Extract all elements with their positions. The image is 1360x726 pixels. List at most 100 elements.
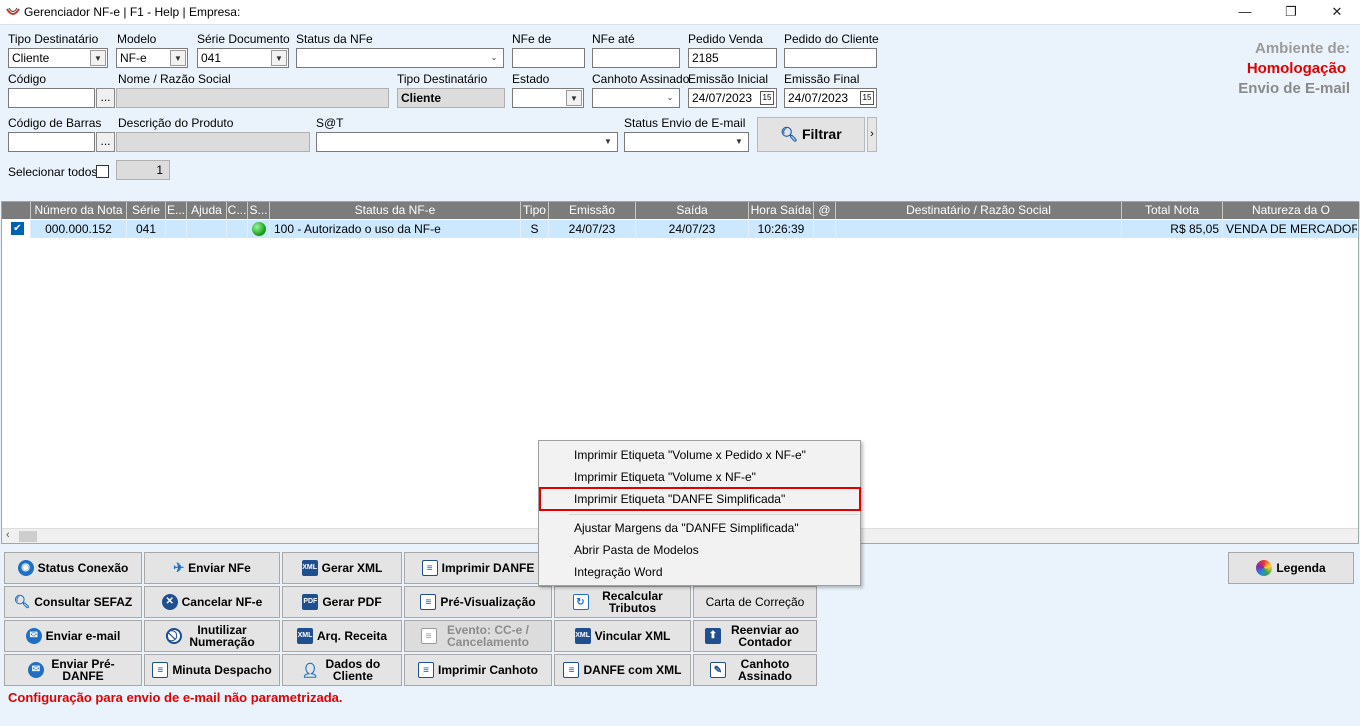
- enviar-email-label: Enviar e-mail: [45, 629, 121, 643]
- evento-cce-button[interactable]: ≡ Evento: CC-e / Cancelamento: [404, 620, 552, 652]
- expand-filters-button[interactable]: ›: [867, 117, 877, 152]
- cell-total: R$ 85,05: [1122, 220, 1223, 238]
- menu-item-etiqueta-volume-nfe[interactable]: Imprimir Etiqueta "Volume x NF-e": [574, 470, 756, 484]
- block-icon: ⃠: [166, 628, 182, 644]
- enviar-nfe-label: Enviar NFe: [188, 561, 251, 575]
- canhoto-assinado-button[interactable]: ✎ Canhoto Assinado: [693, 654, 817, 686]
- menu-item-abrir-pasta-modelos[interactable]: Abrir Pasta de Modelos: [574, 543, 699, 557]
- gerar-xml-button[interactable]: XML Gerar XML: [282, 552, 402, 584]
- consultar-sefaz-button[interactable]: 🔍︎ Consultar SEFAZ: [4, 586, 142, 618]
- enviar-nfe-button[interactable]: ✈ Enviar NFe: [144, 552, 280, 584]
- col-header-s[interactable]: S...: [248, 202, 270, 219]
- xml-icon: XML: [301, 560, 318, 576]
- menu-item-etiqueta-danfe-simplificada[interactable]: Imprimir Etiqueta "DANFE Simplificada": [574, 492, 785, 506]
- scroll-thumb[interactable]: [19, 531, 37, 542]
- minimize-button[interactable]: —: [1222, 0, 1268, 24]
- recalcular-tributos-button[interactable]: ↻ Recalcular Tributos: [554, 586, 691, 618]
- status-envio-email-select[interactable]: ▼: [624, 132, 749, 152]
- col-header-numero[interactable]: Número da Nota: [31, 202, 127, 219]
- calendar-icon[interactable]: 15: [760, 91, 774, 105]
- serie-documento-label: Série Documento: [197, 32, 290, 46]
- col-header-destinatario[interactable]: Destinatário / Razão Social: [836, 202, 1122, 219]
- cell-hora: 10:26:39: [749, 220, 814, 238]
- vincular-xml-button[interactable]: XML Vincular XML: [554, 620, 691, 652]
- document-icon: ≡: [421, 560, 438, 576]
- col-header-e[interactable]: E...: [166, 202, 187, 219]
- recalcular-tributos-label: Recalcular Tributos: [602, 589, 663, 615]
- chevron-down-icon: ▼: [170, 50, 186, 66]
- col-header-tipo[interactable]: Tipo: [521, 202, 549, 219]
- imprimir-canhoto-label: Imprimir Canhoto: [437, 663, 538, 677]
- tipo-destinatario-select[interactable]: Cliente ▼: [8, 48, 108, 68]
- codigo-barras-input[interactable]: [8, 132, 95, 152]
- menu-item-ajustar-margens[interactable]: Ajustar Margens da "DANFE Simplificada": [574, 521, 799, 535]
- cell-saida: 24/07/23: [636, 220, 749, 238]
- col-header-c[interactable]: C...: [227, 202, 248, 219]
- filtrar-button[interactable]: 🔍︎ Filtrar: [757, 117, 865, 152]
- legenda-button[interactable]: Legenda: [1228, 552, 1354, 584]
- emissao-inicial-input[interactable]: 24/07/2023 15: [688, 88, 777, 108]
- nfe-de-input[interactable]: [512, 48, 585, 68]
- cell-serie: 041: [127, 220, 166, 238]
- minuta-despacho-button[interactable]: ≡ Minuta Despacho: [144, 654, 280, 686]
- inutilizar-numeracao-button[interactable]: ⃠ Inutilizar Numeração: [144, 620, 280, 652]
- cell-emissao: 24/07/23: [549, 220, 636, 238]
- codigo-input[interactable]: [8, 88, 95, 108]
- edit-document-icon: ✎: [710, 662, 726, 678]
- enviar-pre-danfe-button[interactable]: ✉ Enviar Pré-DANFE: [4, 654, 142, 686]
- selecionar-todos-checkbox[interactable]: [96, 165, 109, 178]
- codigo-barras-search-button[interactable]: ...: [96, 132, 115, 152]
- maximize-button[interactable]: ❐: [1268, 0, 1314, 24]
- reenviar-contador-button[interactable]: ⬆ Reenviar ao Contador: [693, 620, 817, 652]
- imprimir-canhoto-button[interactable]: ≡ Imprimir Canhoto: [404, 654, 552, 686]
- descricao-produto-input: [116, 132, 310, 152]
- send-icon: ✈: [173, 560, 185, 575]
- danfe-com-xml-button[interactable]: ≡ DANFE com XML: [554, 654, 691, 686]
- xml-icon: XML: [574, 628, 591, 644]
- title-bar: Gerenciador NF-e | F1 - Help | Empresa: …: [0, 0, 1360, 24]
- check-icon[interactable]: ✔: [11, 222, 24, 235]
- codigo-search-button[interactable]: ...: [96, 88, 115, 108]
- gerar-pdf-button[interactable]: PDF Gerar PDF: [282, 586, 402, 618]
- enviar-email-button[interactable]: ✉ Enviar e-mail: [4, 620, 142, 652]
- col-header-hora-saida[interactable]: Hora Saída: [749, 202, 814, 219]
- sat-select[interactable]: ▼: [316, 132, 618, 152]
- status-conexao-button[interactable]: ◉ Status Conexão: [4, 552, 142, 584]
- estado-select[interactable]: ▼: [512, 88, 584, 108]
- canhoto-assinado-select[interactable]: ⌄: [592, 88, 680, 108]
- modelo-select[interactable]: NF-e ▼: [116, 48, 188, 68]
- pedido-cliente-input[interactable]: [784, 48, 877, 68]
- col-header-saida[interactable]: Saída: [636, 202, 749, 219]
- status-nfe-select[interactable]: ⌄: [296, 48, 504, 68]
- col-header-email[interactable]: @: [814, 202, 836, 219]
- arq-receita-button[interactable]: XML Arq. Receita: [282, 620, 402, 652]
- row-select-cell[interactable]: ✔: [2, 220, 31, 238]
- scroll-left-icon[interactable]: ‹: [6, 529, 10, 541]
- col-header-total[interactable]: Total Nota: [1122, 202, 1223, 219]
- col-header-serie[interactable]: Série: [127, 202, 166, 219]
- col-header-ajuda[interactable]: Ajuda: [187, 202, 227, 219]
- estado-label: Estado: [512, 72, 550, 86]
- nome-razao-input: [116, 88, 389, 108]
- search-icon: 🔍︎: [780, 126, 799, 142]
- imprimir-danfe-button[interactable]: ≡ Imprimir DANFE: [404, 552, 552, 584]
- calendar-icon[interactable]: 15: [860, 91, 874, 105]
- nfe-ate-input[interactable]: [592, 48, 680, 68]
- serie-documento-select[interactable]: 041 ▼: [197, 48, 289, 68]
- close-button[interactable]: ✕: [1314, 0, 1360, 24]
- pre-visualizacao-button[interactable]: ≡ Pré-Visualização: [404, 586, 552, 618]
- col-header-select[interactable]: [2, 202, 31, 219]
- col-header-emissao[interactable]: Emissão: [549, 202, 636, 219]
- menu-item-etiqueta-volume-pedido[interactable]: Imprimir Etiqueta "Volume x Pedido x NF-…: [574, 448, 806, 462]
- vincular-xml-label: Vincular XML: [594, 629, 671, 643]
- cancelar-nfe-button[interactable]: ✕ Cancelar NF-e: [144, 586, 280, 618]
- pedido-venda-input[interactable]: 2185: [688, 48, 777, 68]
- carta-correcao-button[interactable]: Carta de Correção: [693, 586, 817, 618]
- col-header-status[interactable]: Status da NF-e: [270, 202, 521, 219]
- upload-icon: ⬆: [705, 628, 721, 644]
- emissao-final-input[interactable]: 24/07/2023 15: [784, 88, 877, 108]
- context-menu[interactable]: Imprimir Etiqueta "Volume x Pedido x NF-…: [538, 440, 861, 586]
- menu-item-integracao-word[interactable]: Integração Word: [574, 565, 663, 579]
- dados-cliente-button[interactable]: 👤︎ Dados do Cliente: [282, 654, 402, 686]
- col-header-natureza[interactable]: Natureza da O: [1223, 202, 1360, 219]
